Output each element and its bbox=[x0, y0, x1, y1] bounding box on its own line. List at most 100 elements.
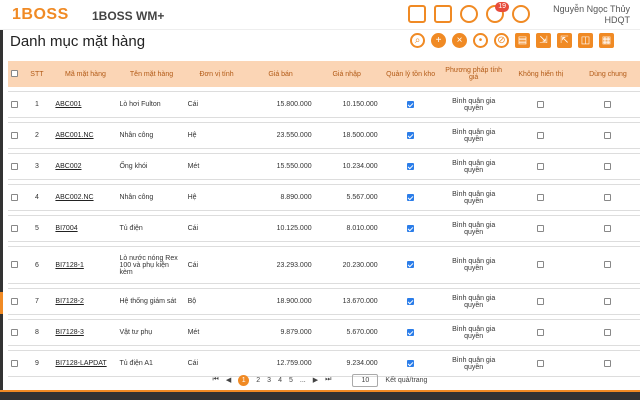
row-hidden[interactable] bbox=[505, 91, 576, 118]
row-checkbox[interactable] bbox=[10, 131, 18, 139]
col-shared[interactable]: Dùng chung bbox=[575, 61, 640, 87]
inventory-checkbox[interactable] bbox=[407, 297, 415, 305]
row-code[interactable]: BI7128-2 bbox=[53, 288, 118, 315]
row-checkbox[interactable] bbox=[10, 100, 18, 108]
inventory-checkbox[interactable] bbox=[407, 100, 415, 108]
item-code-link[interactable]: BI7128-LAPDAT bbox=[55, 360, 106, 367]
row-code[interactable]: ABC002 bbox=[53, 153, 118, 180]
row-checkbox[interactable] bbox=[10, 297, 18, 305]
shared-checkbox[interactable] bbox=[604, 261, 612, 269]
hidden-checkbox[interactable] bbox=[537, 193, 545, 201]
row-code[interactable]: ABC002.NC bbox=[53, 184, 118, 211]
delete-icon[interactable]: × bbox=[452, 33, 467, 48]
shared-checkbox[interactable] bbox=[604, 193, 612, 201]
col-method[interactable]: Phương pháp tính giá bbox=[441, 61, 506, 87]
row-shared[interactable] bbox=[575, 184, 640, 211]
prev-page-button[interactable]: ◀ bbox=[226, 376, 231, 384]
inventory-checkbox[interactable] bbox=[407, 359, 415, 367]
col-buy[interactable]: Giá nhập bbox=[313, 61, 380, 87]
next-page-button[interactable]: ▶ bbox=[313, 376, 318, 384]
row-select[interactable] bbox=[8, 246, 21, 284]
col-name[interactable]: Tên mặt hàng bbox=[117, 61, 186, 87]
shared-checkbox[interactable] bbox=[604, 131, 612, 139]
shared-checkbox[interactable] bbox=[604, 328, 612, 336]
bookmark-icon[interactable]: ◫ bbox=[578, 33, 593, 48]
shared-checkbox[interactable] bbox=[604, 297, 612, 305]
row-inventory[interactable] bbox=[379, 319, 442, 346]
hidden-checkbox[interactable] bbox=[537, 224, 545, 232]
col-unit[interactable]: Đơn vị tính bbox=[185, 61, 248, 87]
item-code-link[interactable]: BI7004 bbox=[55, 225, 77, 232]
row-hidden[interactable] bbox=[505, 184, 576, 211]
row-shared[interactable] bbox=[575, 319, 640, 346]
page-button[interactable]: 3 bbox=[267, 377, 271, 384]
hidden-checkbox[interactable] bbox=[537, 297, 545, 305]
row-select[interactable] bbox=[8, 215, 21, 242]
table-row[interactable]: 3 ABC002 Ống khói Mét 15.550.000 10.234.… bbox=[8, 153, 640, 180]
table-row[interactable]: 5 BI7004 Tủ điện Cái 10.125.000 8.010.00… bbox=[8, 215, 640, 242]
hidden-checkbox[interactable] bbox=[537, 359, 545, 367]
row-inventory[interactable] bbox=[379, 153, 442, 180]
hidden-checkbox[interactable] bbox=[537, 131, 545, 139]
table-row[interactable]: 4 ABC002.NC Nhân công Hệ 8.890.000 5.567… bbox=[8, 184, 640, 211]
item-code-link[interactable]: ABC002 bbox=[55, 163, 81, 170]
bell-icon[interactable]: 19 bbox=[486, 2, 509, 23]
shared-checkbox[interactable] bbox=[604, 359, 612, 367]
select-all-checkbox[interactable] bbox=[10, 70, 18, 78]
page-button[interactable]: 2 bbox=[256, 377, 260, 384]
page-button[interactable]: 4 bbox=[278, 377, 282, 384]
shared-checkbox[interactable] bbox=[604, 224, 612, 232]
table-row[interactable]: 8 BI7128-3 Vật tư phụ Mét 9.879.000 5.67… bbox=[8, 319, 640, 346]
col-inventory[interactable]: Quản lý tồn kho bbox=[379, 61, 442, 87]
record-icon[interactable]: • bbox=[473, 33, 488, 48]
row-hidden[interactable] bbox=[505, 215, 576, 242]
row-hidden[interactable] bbox=[505, 153, 576, 180]
row-hidden[interactable] bbox=[505, 288, 576, 315]
row-hidden[interactable] bbox=[505, 122, 576, 149]
item-code-link[interactable]: BI7128-1 bbox=[55, 262, 83, 269]
col-hidden[interactable]: Không hiển thị bbox=[505, 61, 576, 87]
export-icon[interactable]: ⇱ bbox=[557, 33, 572, 48]
row-code[interactable]: BI7128-3 bbox=[53, 319, 118, 346]
table-row[interactable]: 2 ABC001.NC Nhân công Hệ 23.550.000 18.5… bbox=[8, 122, 640, 149]
row-hidden[interactable] bbox=[505, 319, 576, 346]
row-inventory[interactable] bbox=[379, 215, 442, 242]
table-row[interactable]: 7 BI7128-2 Hệ thống giám sát Bộ 18.900.0… bbox=[8, 288, 640, 315]
table-row[interactable]: 6 BI7128-1 Lò nước nóng Rex 100 và phụ k… bbox=[8, 246, 640, 284]
inventory-checkbox[interactable] bbox=[407, 224, 415, 232]
row-select[interactable] bbox=[8, 122, 21, 149]
row-inventory[interactable] bbox=[379, 246, 442, 284]
row-code[interactable]: ABC001.NC bbox=[53, 122, 118, 149]
print-icon[interactable]: ▤ bbox=[515, 33, 530, 48]
hidden-checkbox[interactable] bbox=[537, 100, 545, 108]
inventory-checkbox[interactable] bbox=[407, 131, 415, 139]
table-row[interactable]: 1 ABC001 Lò hơi Fulton Cái 15.800.000 10… bbox=[8, 91, 640, 118]
shared-checkbox[interactable] bbox=[604, 162, 612, 170]
row-shared[interactable] bbox=[575, 288, 640, 315]
row-hidden[interactable] bbox=[505, 246, 576, 284]
row-checkbox[interactable] bbox=[10, 162, 18, 170]
first-page-button[interactable]: ⏮ bbox=[213, 376, 219, 384]
row-select[interactable] bbox=[8, 153, 21, 180]
last-page-button[interactable]: ⏭ bbox=[325, 376, 331, 384]
row-select[interactable] bbox=[8, 91, 21, 118]
row-checkbox[interactable] bbox=[10, 224, 18, 232]
col-code[interactable]: Mã mặt hàng bbox=[53, 61, 118, 87]
hidden-checkbox[interactable] bbox=[537, 162, 545, 170]
hidden-checkbox[interactable] bbox=[537, 328, 545, 336]
row-select[interactable] bbox=[8, 184, 21, 211]
task-check-icon[interactable] bbox=[408, 5, 426, 23]
calendar-icon[interactable] bbox=[434, 5, 452, 23]
row-shared[interactable] bbox=[575, 215, 640, 242]
row-shared[interactable] bbox=[575, 91, 640, 118]
row-select[interactable] bbox=[8, 288, 21, 315]
item-code-link[interactable]: BI7128-3 bbox=[55, 329, 83, 336]
import-icon[interactable]: ⇲ bbox=[536, 33, 551, 48]
row-inventory[interactable] bbox=[379, 184, 442, 211]
page-button[interactable]: 5 bbox=[289, 377, 293, 384]
row-shared[interactable] bbox=[575, 246, 640, 284]
row-code[interactable]: ABC001 bbox=[53, 91, 118, 118]
shared-checkbox[interactable] bbox=[604, 100, 612, 108]
gear-icon[interactable] bbox=[512, 5, 530, 23]
grid-icon[interactable]: ▦ bbox=[599, 33, 614, 48]
